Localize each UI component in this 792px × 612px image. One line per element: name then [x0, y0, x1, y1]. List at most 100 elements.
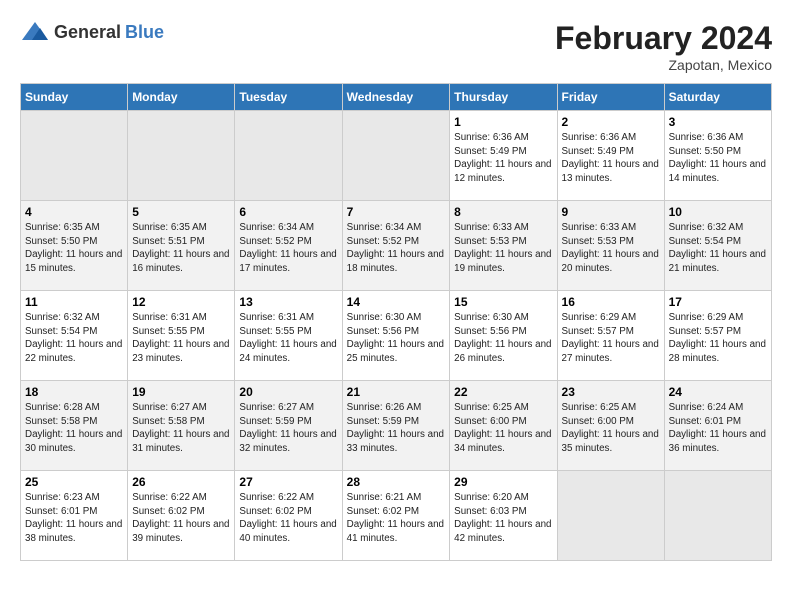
calendar-cell: 5 Sunrise: 6:35 AMSunset: 5:51 PMDaylight… — [128, 201, 235, 291]
day-info: Sunrise: 6:24 AMSunset: 6:01 PMDaylight:… — [669, 401, 767, 456]
day-number: 13 — [239, 295, 337, 309]
day-info: Sunrise: 6:27 AMSunset: 5:58 PMDaylight:… — [132, 401, 230, 456]
calendar-cell: 16Sunrise: 6:29 AMSunset: 5:57 PMDayligh… — [557, 291, 664, 381]
day-info: Sunrise: 6:25 AMSunset: 6:00 PMDaylight:… — [454, 401, 552, 456]
calendar-cell — [342, 111, 450, 201]
col-header-friday: Friday — [557, 84, 664, 111]
calendar-cell — [664, 471, 771, 561]
day-number: 4 — [25, 205, 123, 219]
calendar-cell: 6 Sunrise: 6:34 AMSunset: 5:52 PMDaylight… — [235, 201, 342, 291]
calendar-header-row: SundayMondayTuesdayWednesdayThursdayFrid… — [21, 84, 772, 111]
day-number: 24 — [669, 385, 767, 399]
calendar-table: SundayMondayTuesdayWednesdayThursdayFrid… — [20, 83, 772, 561]
logo-blue-text: Blue — [125, 22, 164, 43]
calendar-cell: 12 Sunrise: 6:31 AMSunset: 5:55 PMDayligh… — [128, 291, 235, 381]
day-info: Sunrise: 6:31 AMSunset: 5:55 PMDaylight:… — [132, 311, 230, 366]
calendar-cell — [128, 111, 235, 201]
day-info: Sunrise: 6:31 AMSunset: 5:55 PMDaylight:… — [239, 311, 337, 366]
day-info: Sunrise: 6:36 AMSunset: 5:50 PMDaylight:… — [669, 131, 767, 186]
col-header-monday: Monday — [128, 84, 235, 111]
col-header-saturday: Saturday — [664, 84, 771, 111]
day-info: Sunrise: 6:35 AMSunset: 5:51 PMDaylight:… — [132, 221, 230, 276]
day-info: Sunrise: 6:34 AMSunset: 5:52 PMDaylight:… — [347, 221, 446, 276]
calendar-cell: 21 Sunrise: 6:26 AMSunset: 5:59 PMDayligh… — [342, 381, 450, 471]
calendar-week-row: 25Sunrise: 6:23 AMSunset: 6:01 PMDayligh… — [21, 471, 772, 561]
day-info: Sunrise: 6:30 AMSunset: 5:56 PMDaylight:… — [454, 311, 552, 366]
calendar-cell: 28Sunrise: 6:21 AMSunset: 6:02 PMDayligh… — [342, 471, 450, 561]
day-info: Sunrise: 6:32 AMSunset: 5:54 PMDaylight:… — [669, 221, 767, 276]
page-header: GeneralBlue February 2024 Zapotan, Mexic… — [20, 20, 772, 73]
calendar-cell: 22 Sunrise: 6:25 AMSunset: 6:00 PMDayligh… — [450, 381, 557, 471]
calendar-cell: 3Sunrise: 6:36 AMSunset: 5:50 PMDaylight… — [664, 111, 771, 201]
day-number: 1 — [454, 115, 552, 129]
calendar-cell: 13 Sunrise: 6:31 AMSunset: 5:55 PMDayligh… — [235, 291, 342, 381]
day-number: 7 — [347, 205, 446, 219]
calendar-cell: 29Sunrise: 6:20 AMSunset: 6:03 PMDayligh… — [450, 471, 557, 561]
day-number: 8 — [454, 205, 552, 219]
calendar-cell: 27 Sunrise: 6:22 AMSunset: 6:02 PMDayligh… — [235, 471, 342, 561]
day-info: Sunrise: 6:33 AMSunset: 5:53 PMDaylight:… — [454, 221, 552, 276]
calendar-cell: 14 Sunrise: 6:30 AMSunset: 5:56 PMDayligh… — [342, 291, 450, 381]
calendar-cell: 11 Sunrise: 6:32 AMSunset: 5:54 PMDayligh… — [21, 291, 128, 381]
calendar-cell: 17Sunrise: 6:29 AMSunset: 5:57 PMDayligh… — [664, 291, 771, 381]
calendar-cell: 19 Sunrise: 6:27 AMSunset: 5:58 PMDayligh… — [128, 381, 235, 471]
calendar-cell — [557, 471, 664, 561]
day-info: Sunrise: 6:29 AMSunset: 5:57 PMDaylight:… — [562, 311, 660, 366]
calendar-cell: 2Sunrise: 6:36 AMSunset: 5:49 PMDaylight… — [557, 111, 664, 201]
calendar-cell — [21, 111, 128, 201]
day-number: 21 — [347, 385, 446, 399]
day-number: 23 — [562, 385, 660, 399]
day-info: Sunrise: 6:33 AMSunset: 5:53 PMDaylight:… — [562, 221, 660, 276]
day-info: Sunrise: 6:30 AMSunset: 5:56 PMDaylight:… — [347, 311, 446, 366]
calendar-cell: 24 Sunrise: 6:24 AMSunset: 6:01 PMDayligh… — [664, 381, 771, 471]
calendar-cell: 26 Sunrise: 6:22 AMSunset: 6:02 PMDayligh… — [128, 471, 235, 561]
day-number: 11 — [25, 295, 123, 309]
day-number: 19 — [132, 385, 230, 399]
day-info: Sunrise: 6:28 AMSunset: 5:58 PMDaylight:… — [25, 401, 123, 456]
calendar-cell: 7 Sunrise: 6:34 AMSunset: 5:52 PMDaylight… — [342, 201, 450, 291]
day-number: 27 — [239, 475, 337, 489]
calendar-cell: 4 Sunrise: 6:35 AMSunset: 5:50 PMDaylight… — [21, 201, 128, 291]
day-number: 29 — [454, 475, 552, 489]
day-info: Sunrise: 6:36 AMSunset: 5:49 PMDaylight:… — [454, 131, 552, 186]
day-number: 26 — [132, 475, 230, 489]
day-info: Sunrise: 6:22 AMSunset: 6:02 PMDaylight:… — [239, 491, 337, 546]
day-number: 5 — [132, 205, 230, 219]
day-info: Sunrise: 6:32 AMSunset: 5:54 PMDaylight:… — [25, 311, 123, 366]
calendar-cell: 20 Sunrise: 6:27 AMSunset: 5:59 PMDayligh… — [235, 381, 342, 471]
day-info: Sunrise: 6:27 AMSunset: 5:59 PMDaylight:… — [239, 401, 337, 456]
title-block: February 2024 Zapotan, Mexico — [555, 20, 772, 73]
calendar-week-row: 18 Sunrise: 6:28 AMSunset: 5:58 PMDayligh… — [21, 381, 772, 471]
calendar-location: Zapotan, Mexico — [555, 57, 772, 73]
day-number: 17 — [669, 295, 767, 309]
day-number: 25 — [25, 475, 123, 489]
logo: GeneralBlue — [20, 20, 164, 44]
day-info: Sunrise: 6:35 AMSunset: 5:50 PMDaylight:… — [25, 221, 123, 276]
calendar-week-row: 4 Sunrise: 6:35 AMSunset: 5:50 PMDaylight… — [21, 201, 772, 291]
calendar-cell: 8 Sunrise: 6:33 AMSunset: 5:53 PMDaylight… — [450, 201, 557, 291]
day-number: 10 — [669, 205, 767, 219]
logo-general-text: General — [54, 22, 121, 43]
day-number: 20 — [239, 385, 337, 399]
col-header-thursday: Thursday — [450, 84, 557, 111]
day-info: Sunrise: 6:26 AMSunset: 5:59 PMDaylight:… — [347, 401, 446, 456]
day-number: 2 — [562, 115, 660, 129]
day-number: 18 — [25, 385, 123, 399]
col-header-wednesday: Wednesday — [342, 84, 450, 111]
calendar-cell: 1 Sunrise: 6:36 AMSunset: 5:49 PMDaylight… — [450, 111, 557, 201]
day-info: Sunrise: 6:21 AMSunset: 6:02 PMDaylight:… — [347, 491, 446, 546]
col-header-sunday: Sunday — [21, 84, 128, 111]
calendar-cell: 9Sunrise: 6:33 AMSunset: 5:53 PMDaylight… — [557, 201, 664, 291]
day-info: Sunrise: 6:22 AMSunset: 6:02 PMDaylight:… — [132, 491, 230, 546]
calendar-cell: 25Sunrise: 6:23 AMSunset: 6:01 PMDayligh… — [21, 471, 128, 561]
col-header-tuesday: Tuesday — [235, 84, 342, 111]
day-number: 6 — [239, 205, 337, 219]
calendar-week-row: 11 Sunrise: 6:32 AMSunset: 5:54 PMDayligh… — [21, 291, 772, 381]
calendar-title: February 2024 — [555, 20, 772, 57]
day-info: Sunrise: 6:25 AMSunset: 6:00 PMDaylight:… — [562, 401, 660, 456]
day-number: 12 — [132, 295, 230, 309]
day-number: 14 — [347, 295, 446, 309]
calendar-cell — [235, 111, 342, 201]
day-info: Sunrise: 6:34 AMSunset: 5:52 PMDaylight:… — [239, 221, 337, 276]
day-number: 22 — [454, 385, 552, 399]
